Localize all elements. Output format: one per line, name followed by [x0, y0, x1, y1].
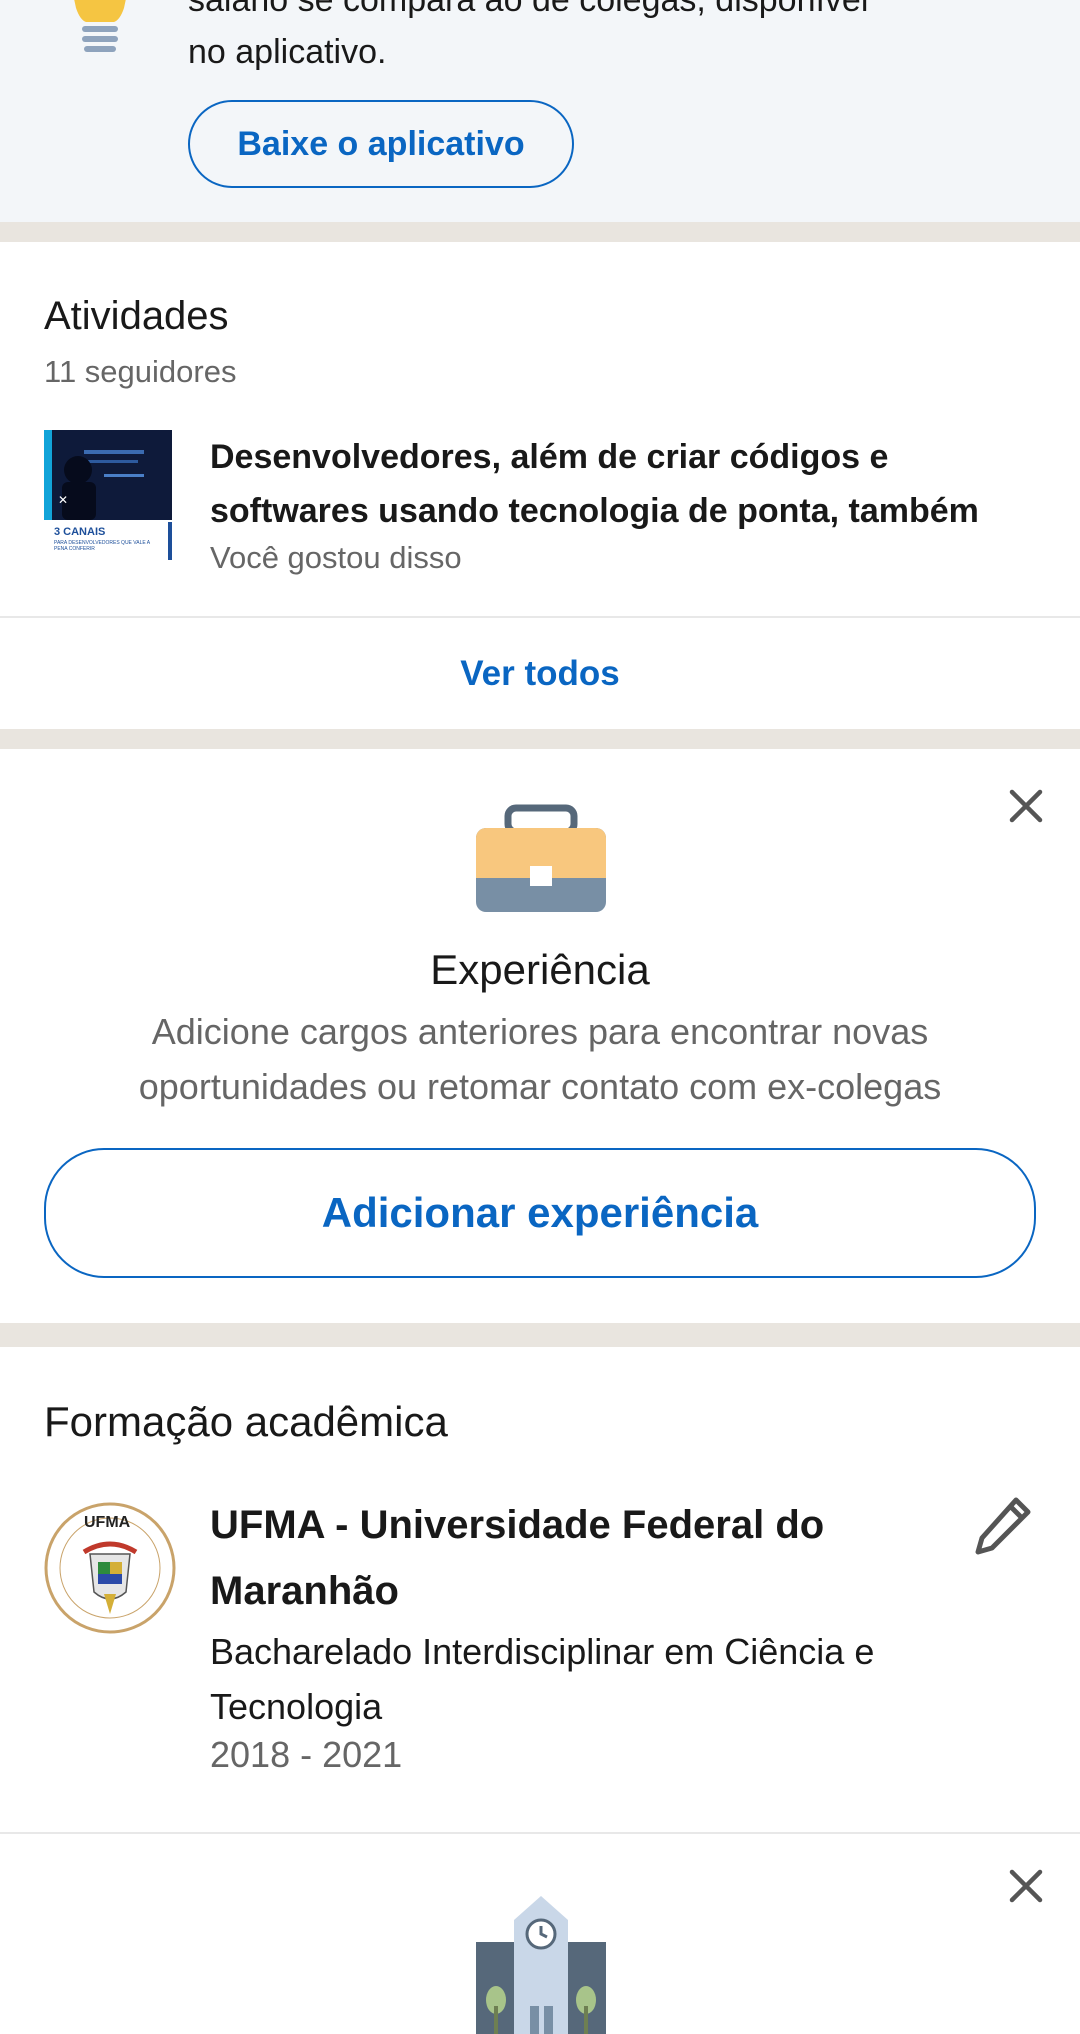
- education-years: 2018 - 2021: [210, 1734, 403, 1775]
- app-promo-card: salário se compara ao de colegas, dispon…: [0, 0, 1080, 222]
- logo-acronym: UFMA: [84, 1514, 131, 1531]
- edit-pencil-icon[interactable]: [972, 1494, 1034, 1556]
- section-divider: [0, 1323, 1080, 1347]
- list-divider: [0, 616, 1080, 618]
- education-title: Formação acadêmica: [44, 1398, 448, 1445]
- list-divider: [0, 1832, 1080, 1834]
- lightbulb-icon: [74, 0, 126, 52]
- post-title[interactable]: Desenvolvedores, além de criar códigos e…: [210, 430, 1040, 538]
- post-reaction-status: Você gostou disso: [210, 540, 462, 575]
- post-thumbnail[interactable]: ✕ 3 CANAIS PARA DESENVOLVEDORES QUE VALE…: [44, 430, 174, 562]
- experience-title: Experiência: [430, 946, 650, 993]
- promo-description: salário se compara ao de colegas, dispon…: [188, 0, 869, 71]
- school-logo[interactable]: UFMA: [44, 1502, 176, 1634]
- close-icon[interactable]: [1004, 1864, 1048, 1908]
- download-app-button[interactable]: Baixe o aplicativo: [188, 100, 574, 188]
- section-divider: [0, 222, 1080, 242]
- school-building-icon: [476, 1896, 606, 2034]
- experience-description: Adicione cargos anteriores para encontra…: [138, 1011, 942, 1107]
- see-all-activities-link[interactable]: Ver todos: [0, 620, 1080, 728]
- section-divider: [0, 729, 1080, 749]
- school-name[interactable]: UFMA - Universidade Federal do Maranhão: [210, 1492, 940, 1624]
- thumbnail-subtext: PARA DESENVOLVEDORES QUE VALE A PENA CON…: [54, 540, 150, 552]
- thumbnail-headline: 3 CANAIS: [54, 526, 106, 538]
- add-experience-button[interactable]: Adicionar experiência: [44, 1148, 1036, 1278]
- activities-title: Atividades: [44, 294, 229, 338]
- svg-text:✕: ✕: [58, 493, 68, 507]
- followers-count: 11 seguidores: [44, 354, 237, 389]
- degree-name: Bacharelado Interdisciplinar em Ciência …: [210, 1631, 875, 1727]
- briefcase-icon: [476, 804, 606, 912]
- close-icon[interactable]: [1004, 784, 1048, 828]
